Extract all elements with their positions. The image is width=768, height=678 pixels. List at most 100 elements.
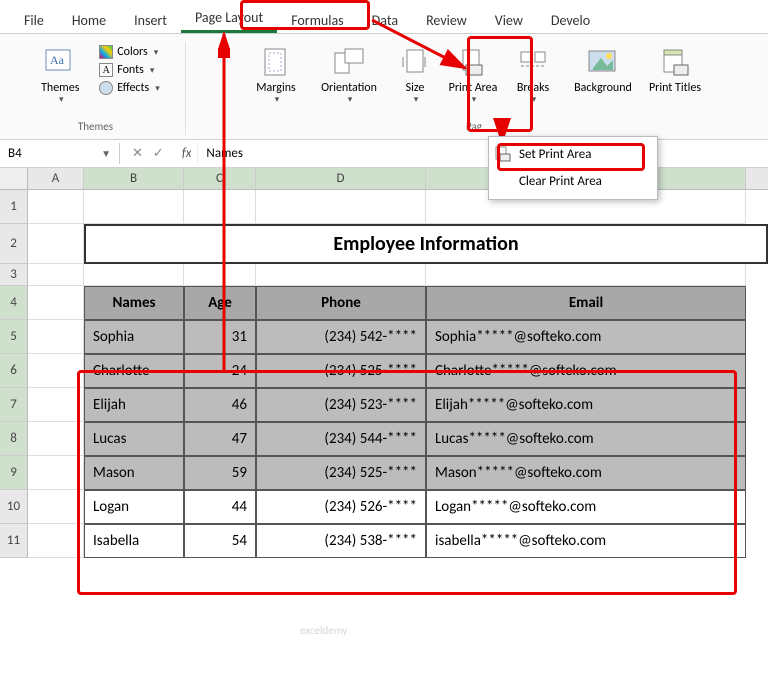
cell-age[interactable]: 24 bbox=[184, 354, 256, 388]
row-header[interactable]: 10 bbox=[0, 490, 28, 524]
row-header[interactable]: 9 bbox=[0, 456, 28, 490]
set-print-area-icon bbox=[495, 146, 511, 162]
print-area-dropdown: Set Print Area Clear Print Area bbox=[488, 136, 658, 200]
row-header[interactable]: 2 bbox=[0, 224, 28, 264]
menu-review[interactable]: Review bbox=[412, 8, 481, 33]
set-print-area-item[interactable]: Set Print Area bbox=[489, 141, 657, 168]
formula-icons: ✕ ✓ bbox=[120, 146, 176, 161]
background-icon bbox=[587, 46, 619, 78]
menu-data[interactable]: Data bbox=[358, 8, 412, 33]
cell-name[interactable]: Lucas bbox=[84, 422, 184, 456]
ribbon: Aa Themes▾ Colors▾ AFonts▾ Effects▾ Them… bbox=[0, 34, 768, 140]
fonts-icon: A bbox=[99, 63, 113, 77]
cell-email[interactable]: Sophia*****@softeko.com bbox=[426, 320, 746, 354]
row-11: 11 Isabella 54 (234) 538-**** isabella**… bbox=[0, 524, 768, 558]
cell-age[interactable]: 46 bbox=[184, 388, 256, 422]
orientation-button[interactable]: Orientation▾ bbox=[313, 44, 385, 116]
themes-button[interactable]: Aa Themes▾ bbox=[29, 44, 91, 116]
cell-email[interactable]: Logan*****@softeko.com bbox=[426, 490, 746, 524]
select-all-corner[interactable] bbox=[0, 168, 28, 189]
cell-name[interactable]: Mason bbox=[84, 456, 184, 490]
formula-input[interactable]: Names bbox=[197, 143, 768, 164]
cell-email[interactable]: Lucas*****@softeko.com bbox=[426, 422, 746, 456]
col-header-a[interactable]: A bbox=[28, 168, 84, 189]
cell-age[interactable]: 59 bbox=[184, 456, 256, 490]
col-header-d[interactable]: D bbox=[256, 168, 426, 189]
menu-view[interactable]: View bbox=[481, 8, 537, 33]
print-titles-icon bbox=[659, 46, 691, 78]
themes-icon: Aa bbox=[44, 46, 76, 78]
colors-button[interactable]: Colors▾ bbox=[97, 44, 161, 60]
row-header[interactable]: 3 bbox=[0, 264, 28, 286]
row-2: 2 Employee Information bbox=[0, 224, 768, 264]
cell-name[interactable]: Isabella bbox=[84, 524, 184, 558]
row-header[interactable]: 7 bbox=[0, 388, 28, 422]
menu-page-layout[interactable]: Page Layout bbox=[181, 5, 277, 33]
row-header[interactable]: 1 bbox=[0, 190, 28, 224]
margins-icon bbox=[260, 46, 292, 78]
cell-phone[interactable]: (234) 544-**** bbox=[256, 422, 426, 456]
cell-name[interactable]: Sophia bbox=[84, 320, 184, 354]
confirm-icon[interactable]: ✓ bbox=[153, 146, 164, 161]
cancel-icon[interactable]: ✕ bbox=[132, 146, 143, 161]
size-button[interactable]: Size▾ bbox=[391, 44, 439, 116]
name-box[interactable]: B4▼ bbox=[0, 143, 120, 164]
group-themes-label: Themes bbox=[78, 120, 113, 135]
row-header[interactable]: 8 bbox=[0, 422, 28, 456]
row-header[interactable]: 4 bbox=[0, 286, 28, 320]
header-phone[interactable]: Phone bbox=[256, 286, 426, 320]
print-titles-button[interactable]: Print Titles bbox=[647, 44, 703, 116]
cell-email[interactable]: Elijah*****@softeko.com bbox=[426, 388, 746, 422]
cell-age[interactable]: 31 bbox=[184, 320, 256, 354]
print-area-button[interactable]: Print Area▾ bbox=[445, 44, 501, 116]
row-header[interactable]: 6 bbox=[0, 354, 28, 388]
breaks-icon bbox=[517, 46, 549, 78]
cell-phone[interactable]: (234) 538-**** bbox=[256, 524, 426, 558]
cell-name[interactable]: Charlotte bbox=[84, 354, 184, 388]
row-9: 9 Mason 59 (234) 525-**** Mason*****@sof… bbox=[0, 456, 768, 490]
margins-button[interactable]: Margins▾ bbox=[245, 44, 307, 116]
effects-button[interactable]: Effects▾ bbox=[97, 80, 161, 96]
title-cell[interactable]: Employee Information bbox=[84, 224, 768, 264]
row-3: 3 bbox=[0, 264, 768, 286]
row-5: 5 Sophia 31 (234) 542-**** Sophia*****@s… bbox=[0, 320, 768, 354]
menu-developer[interactable]: Develo bbox=[537, 8, 604, 33]
cell-phone[interactable]: (234) 525-**** bbox=[256, 456, 426, 490]
menu-file[interactable]: File bbox=[10, 8, 58, 33]
cell-email[interactable]: Charlotte*****@softeko.com bbox=[426, 354, 746, 388]
colors-icon bbox=[99, 45, 113, 59]
group-page-setup: Margins▾ Orientation▾ Size▾ Print Area▾ … bbox=[186, 42, 762, 135]
cell-phone[interactable]: (234) 526-**** bbox=[256, 490, 426, 524]
menu-home[interactable]: Home bbox=[58, 8, 120, 33]
fonts-button[interactable]: AFonts▾ bbox=[97, 62, 161, 78]
row-10: 10 Logan 44 (234) 526-**** Logan*****@so… bbox=[0, 490, 768, 524]
header-age[interactable]: Age bbox=[184, 286, 256, 320]
row-header[interactable]: 5 bbox=[0, 320, 28, 354]
cell-age[interactable]: 54 bbox=[184, 524, 256, 558]
spreadsheet-grid[interactable]: A B C D E 1 2Employee Information 3 4Nam… bbox=[0, 168, 768, 558]
menu-formulas[interactable]: Formulas bbox=[277, 8, 357, 33]
row-header[interactable]: 11 bbox=[0, 524, 28, 558]
cell-email[interactable]: Mason*****@softeko.com bbox=[426, 456, 746, 490]
row-8: 8 Lucas 47 (234) 544-**** Lucas*****@sof… bbox=[0, 422, 768, 456]
cell-phone[interactable]: (234) 542-**** bbox=[256, 320, 426, 354]
print-area-icon bbox=[457, 46, 489, 78]
cell-age[interactable]: 44 bbox=[184, 490, 256, 524]
cell-email[interactable]: isabella*****@softeko.com bbox=[426, 524, 746, 558]
menu-insert[interactable]: Insert bbox=[120, 8, 181, 33]
cell-phone[interactable]: (234) 525-**** bbox=[256, 354, 426, 388]
clear-print-area-item[interactable]: Clear Print Area bbox=[489, 168, 657, 195]
cell-phone[interactable]: (234) 523-**** bbox=[256, 388, 426, 422]
header-names[interactable]: Names bbox=[84, 286, 184, 320]
watermark: exceldemy bbox=[300, 624, 347, 637]
cell-name[interactable]: Elijah bbox=[84, 388, 184, 422]
cell-name[interactable]: Logan bbox=[84, 490, 184, 524]
col-header-c[interactable]: C bbox=[184, 168, 256, 189]
cell-age[interactable]: 47 bbox=[184, 422, 256, 456]
fx-icon[interactable]: fx bbox=[176, 146, 198, 161]
background-button[interactable]: Background bbox=[565, 44, 641, 116]
orientation-icon bbox=[333, 46, 365, 78]
header-email[interactable]: Email bbox=[426, 286, 746, 320]
col-header-b[interactable]: B bbox=[84, 168, 184, 189]
breaks-button[interactable]: Breaks▾ bbox=[507, 44, 559, 116]
